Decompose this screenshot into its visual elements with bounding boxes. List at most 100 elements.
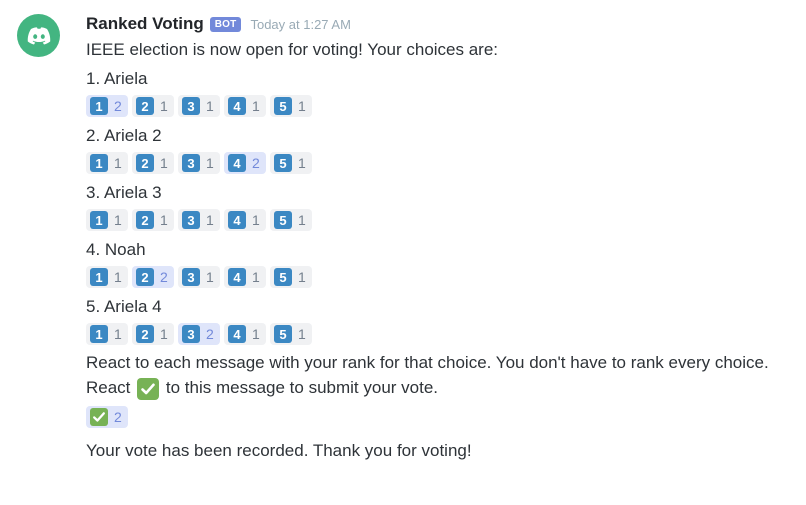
check-mark-icon [137, 378, 160, 400]
reaction-keycap-1[interactable]: 11 [86, 209, 128, 231]
reaction-keycap-1[interactable]: 11 [86, 152, 128, 174]
choice-title: 3. Ariela 3 [86, 183, 162, 202]
bot-avatar[interactable] [17, 14, 60, 57]
reaction-keycap-2[interactable]: 21 [132, 152, 174, 174]
reaction-count: 1 [114, 212, 122, 228]
reaction-count: 2 [252, 155, 260, 171]
keycap-4-icon: 4 [228, 268, 246, 286]
intro-text: IEEE election is now open for voting! Yo… [86, 40, 499, 59]
reaction-keycap-2[interactable]: 21 [132, 95, 174, 117]
reaction-bar: 1121324151 [86, 323, 801, 345]
reaction-count: 1 [252, 212, 260, 228]
keycap-3-icon: 3 [182, 325, 200, 343]
discord-logo-icon [27, 26, 50, 44]
keycap-5-icon: 5 [274, 97, 292, 115]
reaction-count: 1 [160, 98, 168, 114]
keycap-3-icon: 3 [182, 154, 200, 172]
keycap-5-icon: 5 [274, 211, 292, 229]
reaction-keycap-1[interactable]: 12 [86, 95, 128, 117]
reaction-count: 2 [160, 269, 168, 285]
keycap-5-icon: 5 [274, 154, 292, 172]
reaction-keycap-4[interactable]: 41 [224, 95, 266, 117]
reaction-count: 1 [206, 98, 214, 114]
reaction-count: 1 [114, 326, 122, 342]
keycap-2-icon: 2 [136, 97, 154, 115]
reaction-count: 1 [160, 155, 168, 171]
message-header: Ranked Voting BOT Today at 1:27 AM [86, 12, 801, 36]
keycap-4-icon: 4 [228, 325, 246, 343]
reaction-count: 1 [160, 326, 168, 342]
author-name[interactable]: Ranked Voting [86, 14, 204, 34]
reaction-bar: 1221314151 [86, 95, 801, 117]
reaction-keycap-4[interactable]: 41 [224, 209, 266, 231]
reaction-keycap-4[interactable]: 41 [224, 323, 266, 345]
reaction-keycap-3[interactable]: 31 [178, 209, 220, 231]
keycap-1-icon: 1 [90, 211, 108, 229]
reaction-count: 2 [114, 409, 122, 425]
reaction-count: 1 [206, 269, 214, 285]
reaction-keycap-5[interactable]: 51 [270, 323, 312, 345]
keycap-1-icon: 1 [90, 325, 108, 343]
keycap-4-icon: 4 [228, 211, 246, 229]
keycap-3-icon: 3 [182, 268, 200, 286]
keycap-2-icon: 2 [136, 154, 154, 172]
message: Ranked Voting BOT Today at 1:27 AM IEEE … [86, 12, 801, 461]
reaction-count: 1 [252, 98, 260, 114]
keycap-3-icon: 3 [182, 97, 200, 115]
keycap-1-icon: 1 [90, 97, 108, 115]
reaction-keycap-2[interactable]: 22 [132, 266, 174, 288]
reaction-keycap-5[interactable]: 51 [270, 152, 312, 174]
reaction-count: 1 [206, 212, 214, 228]
reaction-keycap-5[interactable]: 51 [270, 95, 312, 117]
reaction-count: 1 [298, 326, 306, 342]
choice-title: 4. Noah [86, 240, 146, 259]
reaction-keycap-5[interactable]: 51 [270, 209, 312, 231]
reaction-keycap-3[interactable]: 31 [178, 266, 220, 288]
reaction-check[interactable]: 2 [86, 406, 128, 428]
reaction-keycap-4[interactable]: 42 [224, 152, 266, 174]
keycap-2-icon: 2 [136, 325, 154, 343]
choice-title: 5. Ariela 4 [86, 297, 162, 316]
reaction-count: 1 [114, 155, 122, 171]
keycap-2-icon: 2 [136, 211, 154, 229]
check-mark-icon [90, 408, 108, 426]
keycap-5-icon: 5 [274, 325, 292, 343]
reaction-bar: 1122314151 [86, 266, 801, 288]
reaction-keycap-2[interactable]: 21 [132, 323, 174, 345]
reaction-count: 1 [114, 269, 122, 285]
reaction-bar: 1121314251 [86, 152, 801, 174]
reaction-count: 1 [298, 98, 306, 114]
reaction-count: 1 [160, 212, 168, 228]
reaction-count: 1 [298, 155, 306, 171]
reaction-count: 1 [298, 269, 306, 285]
reaction-keycap-2[interactable]: 21 [132, 209, 174, 231]
submit-suffix: to this message to submit your vote. [165, 378, 439, 397]
reaction-keycap-3[interactable]: 31 [178, 152, 220, 174]
keycap-3-icon: 3 [182, 211, 200, 229]
reaction-keycap-3[interactable]: 31 [178, 95, 220, 117]
timestamp[interactable]: Today at 1:27 AM [250, 17, 350, 32]
reaction-keycap-1[interactable]: 11 [86, 266, 128, 288]
reaction-keycap-1[interactable]: 11 [86, 323, 128, 345]
submit-instructions: React to this message to submit your vot… [86, 377, 801, 400]
submit-prefix: React [86, 378, 131, 397]
submit-reactions: 2 [86, 406, 801, 428]
reaction-bar: 1121314151 [86, 209, 801, 231]
instructions-text: React to each message with your rank for… [86, 353, 769, 372]
keycap-1-icon: 1 [90, 268, 108, 286]
reaction-count: 2 [206, 326, 214, 342]
keycap-4-icon: 4 [228, 97, 246, 115]
reaction-count: 1 [298, 212, 306, 228]
choice-list: 1. Ariela 1 2 2 1 3 1 4 1 5 1 2. Ariela 21121314251… [86, 68, 801, 345]
reaction-count: 1 [252, 326, 260, 342]
reaction-keycap-4[interactable]: 41 [224, 266, 266, 288]
followup-text: Your vote has been recorded. Thank you f… [86, 441, 472, 460]
reaction-keycap-5[interactable]: 51 [270, 266, 312, 288]
bot-tag: BOT [209, 16, 242, 32]
reaction-keycap-3[interactable]: 32 [178, 323, 220, 345]
choice-title: 1. Ariela [86, 69, 148, 88]
reaction-count: 2 [114, 98, 122, 114]
keycap-2-icon: 2 [136, 268, 154, 286]
reaction-count: 1 [252, 269, 260, 285]
keycap-4-icon: 4 [228, 154, 246, 172]
